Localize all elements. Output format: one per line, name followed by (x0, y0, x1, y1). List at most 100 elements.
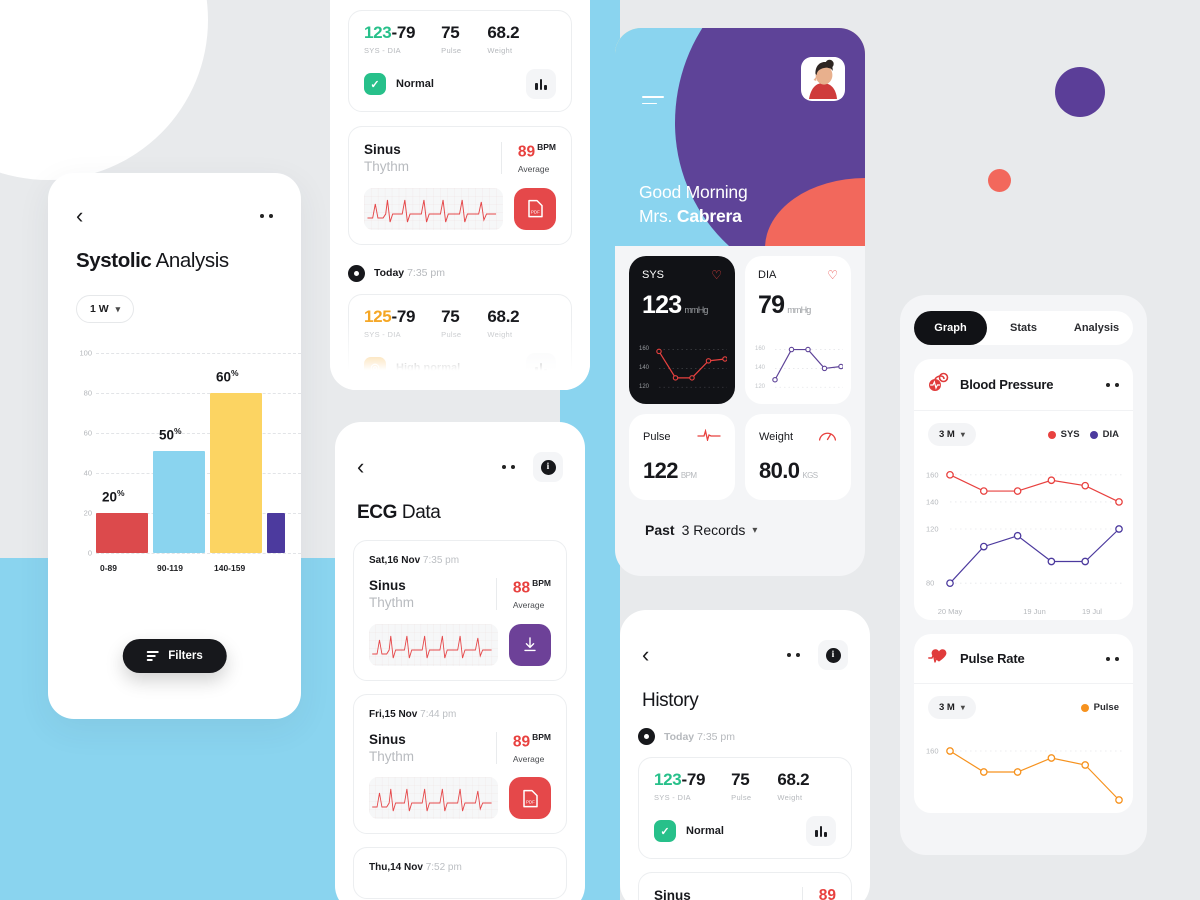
bpm-block: 89 BPM Average (495, 731, 551, 764)
chart-bars-icon[interactable] (806, 816, 836, 846)
status-badge: Normal (686, 825, 724, 837)
ecg-entry-card[interactable]: Thu,14 Nov 7:52 pm (353, 847, 567, 900)
pulse-card-top: Pulse (643, 428, 721, 446)
bpm-sub-label: Average (512, 753, 545, 764)
record-footer: ✓ Normal (364, 69, 556, 99)
pulse-range-selector[interactable]: 3 M ▾ (928, 696, 976, 719)
check-icon: ✓ (364, 73, 386, 95)
record-footer: ✓ Normal (654, 816, 836, 846)
greeting-name: Cabrera (676, 205, 742, 226)
weight-column: 68.2 Weight (777, 771, 809, 802)
hamburger-menu-icon[interactable] (642, 96, 664, 105)
chevron-down-icon: ▾ (960, 430, 965, 439)
bpm-unit: BPM (532, 731, 551, 742)
more-dots-icon[interactable] (1106, 656, 1119, 661)
y-tick-label: 140 (926, 497, 939, 507)
info-icon[interactable]: i (533, 452, 563, 482)
pulse-rate-controls: 3 M ▾ Pulse (914, 684, 1133, 723)
sys-dia-label: SYS - DIA (654, 793, 691, 802)
rhythm-bold: Sinus (364, 142, 401, 157)
past-records-selector[interactable]: Past 3 Records ▾ (645, 522, 851, 538)
heart-outline-icon[interactable]: ♡ (711, 269, 722, 281)
sys-value: 123 (364, 23, 392, 42)
today-text: Today (664, 730, 695, 743)
legend-sys: SYS (1047, 429, 1080, 440)
filters-button[interactable]: Filters (122, 639, 227, 673)
tab-graph[interactable]: Graph (914, 311, 987, 345)
sys-card-value: 123 mmHg (642, 291, 722, 320)
ecg-entry-card[interactable]: Fri,15 Nov 7:44 pm Sinus Thythm 89 BPM Averag… (353, 693, 567, 835)
back-icon[interactable]: ‹ (357, 456, 364, 478)
more-dots-icon[interactable] (260, 214, 273, 218)
check-icon: ✓ (654, 820, 676, 842)
back-icon[interactable]: ‹ (76, 205, 83, 227)
today-divider: Today 7:35 pm (638, 728, 852, 745)
record-card[interactable]: 123-79 SYS - DIA 75 Pulse 68.2 Weight ✓ … (348, 10, 572, 112)
sys-card[interactable]: SYS ♡ 123 mmHg 120 140 160 (629, 256, 735, 404)
ecg-summary-card-partial[interactable]: Sinus 89 (638, 872, 852, 900)
ecg-entry-top: Sinus Thythm 88 BPM Average (369, 577, 551, 612)
weight-card[interactable]: Weight 80.0 KGS (745, 414, 851, 500)
pulse-value: 122 (643, 458, 679, 483)
svg-text:PDF: PDF (526, 799, 535, 804)
info-icon[interactable]: i (818, 640, 848, 670)
today-time: 7:35 pm (697, 730, 736, 743)
pdf-file-icon[interactable]: PDF (509, 777, 551, 820)
pulse-card-label: Pulse (643, 431, 671, 443)
bpm-value: 89 (818, 887, 836, 900)
panel-fade-overlay (330, 320, 590, 390)
pdf-file-icon[interactable]: PDF (514, 187, 556, 230)
bpm-block: 88 BPM Average (495, 578, 551, 611)
ecg-entry-time: 7:35 pm (422, 555, 460, 566)
back-icon[interactable]: ‹ (642, 644, 649, 666)
download-icon[interactable] (509, 623, 551, 666)
page-title-bold: ECG (357, 502, 397, 523)
background-blob-white (0, 0, 208, 180)
more-dots-icon[interactable] (1106, 382, 1119, 387)
chart-bars-icon[interactable] (526, 69, 556, 99)
user-avatar[interactable] (801, 57, 845, 101)
page-title: Systolic Analysis (48, 227, 301, 273)
greeting-prefix: Mrs. (639, 205, 673, 226)
y-tick-label: 160 (926, 470, 939, 480)
ecg-entry-card[interactable]: Sat,16 Nov 7:35 pm Sinus Thythm 88 BPM Averag… (353, 540, 567, 681)
pulse-card[interactable]: Pulse 122 BPM (629, 414, 735, 500)
ecg-summary-card[interactable]: Sinus Thythm 89 BPM Average PDF (348, 126, 572, 245)
legend-sys-label: SYS (1060, 429, 1080, 440)
rhythm-label: Sinus Thythm (364, 141, 409, 176)
more-dots-icon[interactable] (502, 465, 515, 469)
sys-value: 123 (642, 291, 682, 319)
ecg-waveform (369, 777, 498, 820)
bpm-block: 89 BPM Average (500, 142, 556, 175)
bpm-unit: BPM (532, 578, 551, 589)
y-tick-label: 160 (639, 346, 650, 353)
tab-analysis[interactable]: Analysis (1060, 311, 1133, 345)
ecg-entry-date: Sat,16 Nov 7:35 pm (369, 555, 460, 566)
dia-card-label: DIA (758, 269, 777, 281)
pulse-label: Pulse (731, 793, 752, 802)
tab-stats[interactable]: Stats (987, 311, 1060, 345)
y-tick-label: 160 (926, 746, 939, 756)
dia-value: 79 (758, 291, 785, 319)
sys-dia-value: 123-79 (654, 771, 705, 788)
x-tick-label: 19 Jul (1081, 607, 1102, 616)
status-badge: Normal (396, 78, 434, 90)
gridline (96, 553, 301, 554)
legend-pulse: Pulse (1080, 702, 1119, 713)
bp-range-value: 3 M (939, 429, 955, 440)
blood-pressure-header: Blood Pressure (914, 359, 1133, 411)
dashboard-hero: Good Morning Mrs. Cabrera (615, 28, 865, 246)
bar (267, 513, 285, 553)
heart-outline-icon[interactable]: ♡ (827, 269, 838, 281)
range-selector[interactable]: 1 W ▾ (76, 295, 135, 323)
ecg-graph-row: PDF (364, 187, 556, 230)
pulse-rate-header: Pulse Rate (914, 634, 1133, 684)
y-tick-label: 40 (83, 468, 92, 478)
blood-pressure-card: Blood Pressure 3 M ▾ SYS DIA 80 120 140 160… (914, 359, 1133, 620)
y-tick-label: 140 (639, 364, 650, 371)
record-card[interactable]: 123-79 SYS - DIA 75 Pulse 68.2 Weight ✓ … (638, 757, 852, 859)
y-tick-label: 120 (755, 383, 766, 390)
dia-card[interactable]: DIA ♡ 79 mmHg 120 140 160 (745, 256, 851, 404)
more-dots-icon[interactable] (787, 653, 800, 657)
bp-range-selector[interactable]: 3 M ▾ (928, 423, 976, 446)
